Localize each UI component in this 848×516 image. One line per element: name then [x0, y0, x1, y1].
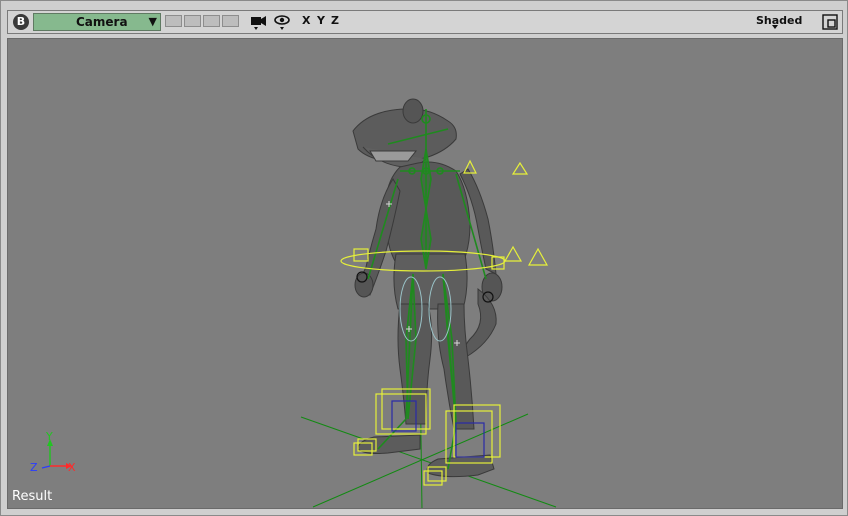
gizmo-z-label: Z	[30, 461, 38, 474]
view-slot-4[interactable]	[222, 15, 239, 27]
camera-dropdown[interactable]: Camera ▼	[33, 13, 161, 31]
axis-x-toggle[interactable]: X	[302, 14, 310, 27]
chevron-down-icon: ▼	[148, 15, 157, 28]
maximize-icon[interactable]	[822, 14, 838, 30]
3d-viewport[interactable]: Y X Z Result	[7, 38, 843, 509]
camera-dropdown-label: Camera	[76, 15, 128, 29]
gizmo-x-label: X	[68, 461, 76, 474]
view-menu-button[interactable]: B	[13, 14, 29, 30]
gizmo-y-label: Y	[45, 430, 53, 443]
shading-mode-dropdown[interactable]: Shaded	[756, 14, 802, 27]
camera-icon[interactable]	[248, 13, 270, 31]
shading-chevron-down-icon	[772, 25, 778, 29]
result-label: Result	[12, 489, 53, 504]
viewport-window: B Camera ▼ X Y Z Shaded Y X Z Result	[0, 0, 848, 516]
ground-grid	[300, 363, 557, 508]
scene-canvas: Y X Z	[30, 98, 557, 508]
axis-gizmo: Y X Z	[30, 430, 76, 474]
view-slot-3[interactable]	[203, 15, 220, 27]
view-slot-1[interactable]	[165, 15, 182, 27]
view-slot-2[interactable]	[184, 15, 201, 27]
eye-icon[interactable]	[272, 13, 294, 31]
axis-y-toggle[interactable]: Y	[317, 14, 325, 27]
axis-z-toggle[interactable]: Z	[331, 14, 339, 27]
viewport-toolbar: B Camera ▼ X Y Z Shaded	[7, 10, 843, 34]
